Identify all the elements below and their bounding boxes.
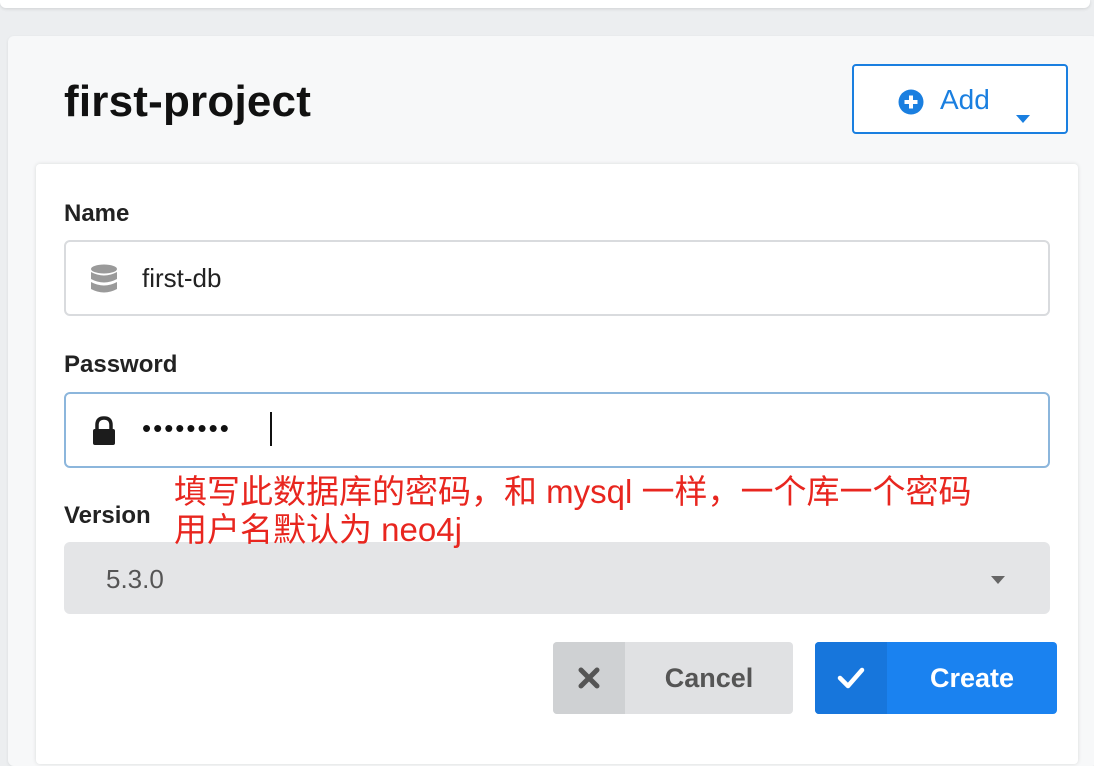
name-input-value: first-db (142, 263, 222, 293)
version-label: Version (64, 502, 151, 529)
version-select-value: 5.3.0 (106, 564, 164, 594)
add-button-label: Add (940, 84, 990, 115)
check-icon (837, 666, 865, 695)
x-icon (578, 667, 600, 694)
password-label: Password (64, 351, 178, 378)
cancel-button[interactable]: Cancel (553, 642, 793, 714)
project-title: first-project (64, 77, 312, 126)
plus-circle-icon (898, 89, 924, 122)
create-button[interactable]: Create (815, 642, 1057, 714)
database-icon (90, 264, 118, 299)
lock-icon (90, 416, 118, 451)
caret-down-icon (990, 572, 1006, 590)
caret-down-icon (1015, 99, 1031, 131)
text-cursor (270, 412, 272, 446)
version-select[interactable]: 5.3.0 (64, 542, 1050, 614)
previous-card-edge (0, 0, 1090, 8)
create-icon-block (815, 642, 887, 714)
annotation-line-2: 用户名默认为 neo4j (174, 511, 462, 548)
add-dropdown-button[interactable]: Add (852, 64, 1068, 134)
annotation-line-1: 填写此数据库的密码，和 mysql 一样，一个库一个密码 (174, 473, 972, 510)
cancel-icon-block (553, 642, 625, 714)
name-label: Name (64, 200, 130, 227)
create-button-label: Create (929, 663, 1015, 693)
cancel-button-label: Cancel (664, 663, 754, 693)
name-input[interactable]: first-db (64, 240, 1050, 316)
password-masked-value: •••••••• (142, 413, 231, 443)
password-input[interactable]: •••••••• (64, 392, 1050, 468)
